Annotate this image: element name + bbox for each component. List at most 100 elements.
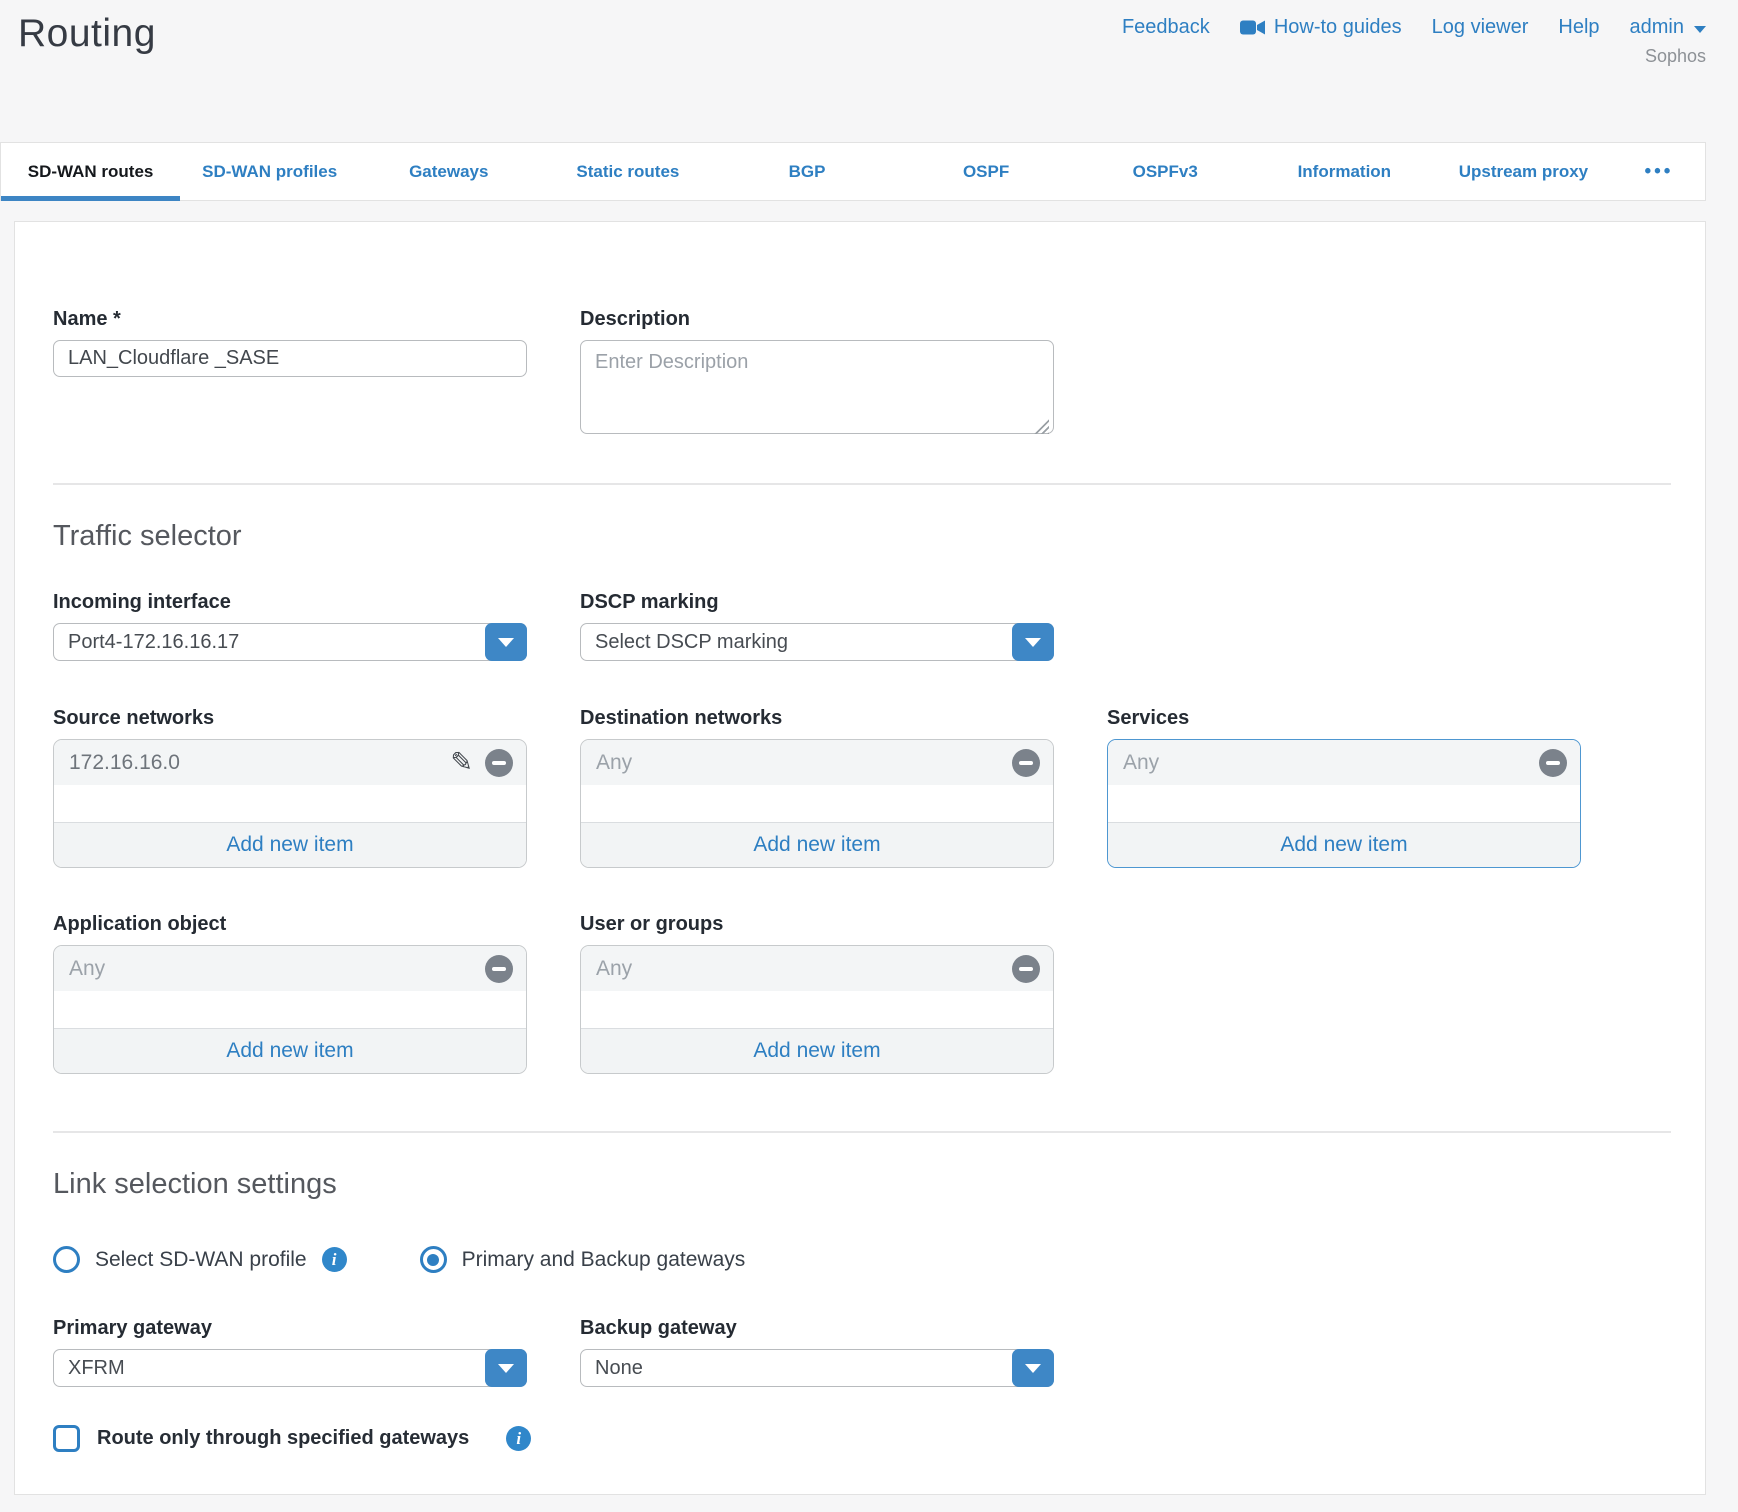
- incoming-interface-group: Incoming interface Port4-172.16.16.17: [53, 591, 527, 661]
- destination-networks-group: Destination networks Any Add new item: [580, 707, 1054, 868]
- howto-guides-link[interactable]: How-to guides: [1240, 16, 1402, 39]
- source-networks-box: 172.16.16.0 ✎ Add new item: [53, 739, 527, 868]
- chevron-down-icon: [1025, 638, 1041, 647]
- services-group: Services Any Add new item: [1107, 707, 1581, 868]
- incoming-interface-dropdown[interactable]: Port4-172.16.16.17: [53, 623, 527, 661]
- dscp-marking-label: DSCP marking: [580, 591, 1054, 614]
- account-menu[interactable]: admin: [1630, 16, 1706, 39]
- remove-item-icon[interactable]: [1012, 749, 1040, 777]
- name-input[interactable]: [53, 340, 527, 377]
- dropdown-arrow-button[interactable]: [1012, 623, 1054, 661]
- tab-static-routes[interactable]: Static routes: [538, 143, 717, 200]
- primary-gateway-group: Primary gateway XFRM: [53, 1317, 527, 1387]
- dropdown-arrow-button[interactable]: [485, 1349, 527, 1387]
- info-icon[interactable]: i: [506, 1426, 531, 1451]
- description-label: Description: [580, 308, 1054, 331]
- remove-item-icon[interactable]: [485, 749, 513, 777]
- name-field-group: Name *: [53, 308, 527, 439]
- primary-backup-radio-group: Primary and Backup gateways: [420, 1246, 746, 1273]
- tab-information[interactable]: Information: [1255, 143, 1434, 200]
- info-icon[interactable]: i: [322, 1247, 347, 1272]
- application-object-add-button[interactable]: Add new item: [54, 1028, 526, 1073]
- list-item: Any: [581, 946, 1053, 991]
- itembox-spacer: [54, 785, 526, 822]
- routing-tabbar: SD-WAN routes SD-WAN profiles Gateways S…: [0, 142, 1706, 201]
- backup-gateway-label: Backup gateway: [580, 1317, 1054, 1340]
- primary-gateway-label: Primary gateway: [53, 1317, 527, 1340]
- user-or-groups-label: User or groups: [580, 913, 1054, 936]
- list-item: 172.16.16.0 ✎: [54, 740, 526, 785]
- tab-ospfv3[interactable]: OSPFv3: [1076, 143, 1255, 200]
- source-networks-label: Source networks: [53, 707, 527, 730]
- user-or-groups-box: Any Add new item: [580, 945, 1054, 1074]
- traffic-selector-heading: Traffic selector: [53, 520, 1671, 553]
- help-link[interactable]: Help: [1558, 16, 1599, 39]
- remove-item-icon[interactable]: [485, 955, 513, 983]
- application-object-box: Any Add new item: [53, 945, 527, 1074]
- link-selection-heading: Link selection settings: [53, 1168, 1671, 1201]
- sdwan-route-form-card: Name * Description Traffic selector I: [14, 221, 1706, 1495]
- primary-backup-radio-label: Primary and Backup gateways: [462, 1248, 746, 1272]
- services-box: Any Add new item: [1107, 739, 1581, 868]
- route-only-checkbox[interactable]: [53, 1425, 80, 1452]
- primary-gateway-dropdown[interactable]: XFRM: [53, 1349, 527, 1387]
- destination-networks-label: Destination networks: [580, 707, 1054, 730]
- route-only-checkbox-label: Route only through specified gateways: [97, 1427, 469, 1450]
- sdwan-profile-radio-label: Select SD-WAN profile: [95, 1248, 307, 1272]
- application-object-label: Application object: [53, 913, 527, 936]
- chevron-down-icon: [1694, 26, 1706, 33]
- itembox-spacer: [54, 991, 526, 1028]
- user-or-groups-add-button[interactable]: Add new item: [581, 1028, 1053, 1073]
- page-title: Routing: [18, 12, 156, 56]
- sdwan-profile-radio[interactable]: [53, 1246, 80, 1273]
- dropdown-arrow-button[interactable]: [485, 623, 527, 661]
- chevron-down-icon: [1025, 1364, 1041, 1373]
- dropdown-arrow-button[interactable]: [1012, 1349, 1054, 1387]
- tab-ospf[interactable]: OSPF: [897, 143, 1076, 200]
- routing-page: Routing Feedback How-to guides Log viewe…: [0, 0, 1738, 1512]
- section-divider: [53, 483, 1671, 485]
- required-asterisk: *: [113, 308, 121, 330]
- destination-networks-add-button[interactable]: Add new item: [581, 822, 1053, 867]
- list-item: Any: [54, 946, 526, 991]
- tab-sdwan-routes[interactable]: SD-WAN routes: [1, 143, 180, 200]
- video-camera-icon: [1240, 19, 1266, 36]
- list-item: Any: [1108, 740, 1580, 785]
- dscp-marking-group: DSCP marking Select DSCP marking: [580, 591, 1054, 661]
- log-viewer-link[interactable]: Log viewer: [1432, 16, 1529, 39]
- tab-gateways[interactable]: Gateways: [359, 143, 538, 200]
- list-item: Any: [581, 740, 1053, 785]
- source-networks-group: Source networks 172.16.16.0 ✎ Add new it…: [53, 707, 527, 868]
- tab-upstream-proxy[interactable]: Upstream proxy: [1434, 143, 1613, 200]
- remove-item-icon[interactable]: [1012, 955, 1040, 983]
- source-networks-add-button[interactable]: Add new item: [54, 822, 526, 867]
- itembox-spacer: [1108, 785, 1580, 822]
- feedback-link[interactable]: Feedback: [1122, 16, 1210, 39]
- tab-overflow-ellipsis-icon[interactable]: •••: [1613, 143, 1705, 200]
- application-object-group: Application object Any Add new item: [53, 913, 527, 1074]
- tab-sdwan-profiles[interactable]: SD-WAN profiles: [180, 143, 359, 200]
- header-links: Feedback How-to guides Log viewer Help a…: [1122, 16, 1706, 39]
- name-label: Name *: [53, 308, 527, 331]
- itembox-spacer: [581, 991, 1053, 1028]
- services-label: Services: [1107, 707, 1581, 730]
- incoming-interface-label: Incoming interface: [53, 591, 527, 614]
- itembox-spacer: [581, 785, 1053, 822]
- sdwan-profile-radio-group: Select SD-WAN profile i: [53, 1246, 347, 1273]
- backup-gateway-group: Backup gateway None: [580, 1317, 1054, 1387]
- remove-item-icon[interactable]: [1539, 749, 1567, 777]
- services-add-button[interactable]: Add new item: [1108, 822, 1580, 867]
- dscp-marking-dropdown[interactable]: Select DSCP marking: [580, 623, 1054, 661]
- org-name: Sophos: [1645, 46, 1706, 67]
- user-or-groups-group: User or groups Any Add new item: [580, 913, 1054, 1074]
- chevron-down-icon: [498, 638, 514, 647]
- edit-pencil-icon[interactable]: ✎: [450, 749, 473, 776]
- destination-networks-box: Any Add new item: [580, 739, 1054, 868]
- tab-bgp[interactable]: BGP: [717, 143, 896, 200]
- description-textarea[interactable]: [580, 340, 1054, 434]
- chevron-down-icon: [498, 1364, 514, 1373]
- description-field-group: Description: [580, 308, 1054, 439]
- backup-gateway-dropdown[interactable]: None: [580, 1349, 1054, 1387]
- section-divider: [53, 1131, 1671, 1133]
- primary-backup-radio[interactable]: [420, 1246, 447, 1273]
